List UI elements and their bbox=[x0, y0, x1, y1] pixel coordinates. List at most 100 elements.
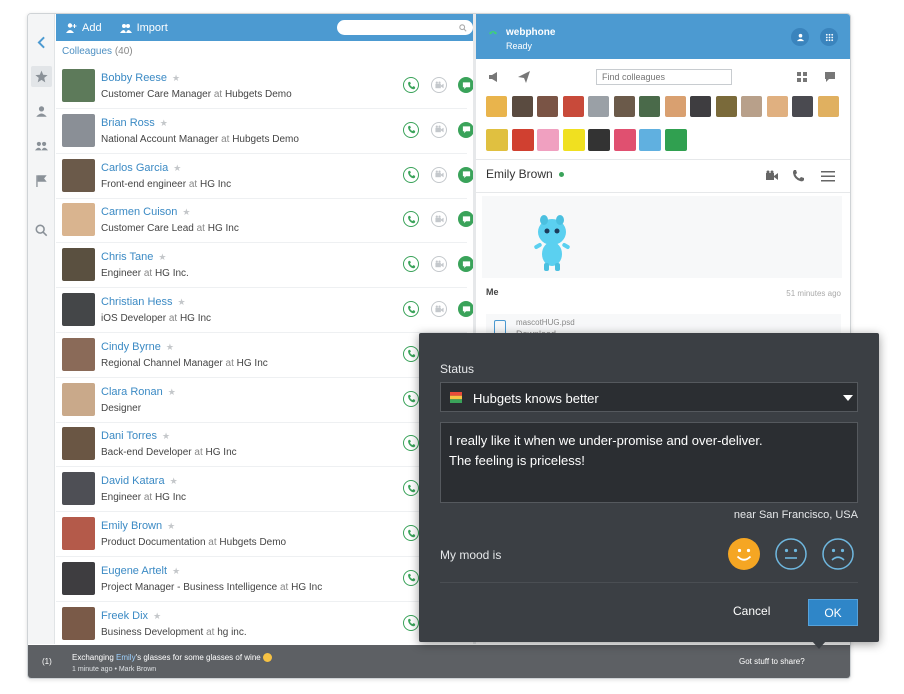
avatar[interactable] bbox=[62, 517, 95, 550]
call-icon[interactable] bbox=[403, 77, 419, 93]
status-message-textarea[interactable]: I really like it when we under-promise a… bbox=[440, 422, 858, 503]
call-icon[interactable] bbox=[403, 256, 419, 273]
send-icon[interactable] bbox=[518, 70, 530, 83]
colleague-row[interactable]: Chris Tane ★ Engineer at HG Inc. bbox=[56, 243, 473, 289]
colleague-name[interactable]: Carlos Garcia ★ bbox=[101, 162, 181, 174]
colleague-row[interactable]: Brian Ross ★ National Account Manager at H… bbox=[56, 109, 473, 154]
colleague-name[interactable]: Carmen Cuison ★ bbox=[101, 206, 191, 218]
favorite-star-icon[interactable]: ★ bbox=[166, 342, 174, 352]
mood-happy-icon[interactable] bbox=[728, 538, 760, 570]
phone-call-icon[interactable] bbox=[791, 169, 805, 183]
mood-neutral-icon[interactable] bbox=[775, 538, 807, 570]
emoticon-icon[interactable] bbox=[562, 129, 585, 151]
mood-sad-icon[interactable] bbox=[822, 538, 854, 570]
colleague-name[interactable]: Freek Dix ★ bbox=[101, 610, 161, 622]
emoticon-icon[interactable] bbox=[613, 129, 636, 151]
colleague-name[interactable]: Brian Ross ★ bbox=[101, 117, 168, 129]
colleague-name[interactable]: Emily Brown ★ bbox=[101, 520, 175, 532]
selected-avatar[interactable] bbox=[613, 96, 635, 117]
favorites-star-icon[interactable] bbox=[31, 66, 52, 87]
colleague-row[interactable]: Eugene Artelt ★ Project Manager - Business… bbox=[56, 557, 473, 602]
selected-avatar[interactable] bbox=[664, 96, 686, 117]
colleague-row[interactable]: Dani Torres ★ Back-end Developer at HG Inc bbox=[56, 422, 473, 468]
find-colleagues-input[interactable] bbox=[596, 69, 732, 85]
avatar[interactable] bbox=[62, 158, 95, 192]
selected-avatar[interactable] bbox=[741, 96, 762, 117]
selected-avatar[interactable] bbox=[715, 96, 737, 117]
selected-avatar[interactable] bbox=[766, 96, 788, 117]
favorite-star-icon[interactable]: ★ bbox=[178, 297, 186, 307]
colleague-name[interactable]: Chris Tane ★ bbox=[101, 251, 166, 263]
selected-avatar[interactable] bbox=[639, 96, 660, 117]
notification-count[interactable]: (1) bbox=[42, 657, 52, 666]
favorite-star-icon[interactable]: ★ bbox=[158, 252, 166, 262]
selected-avatar[interactable] bbox=[690, 96, 711, 117]
colleague-name[interactable]: Christian Hess ★ bbox=[101, 296, 186, 308]
avatar[interactable] bbox=[62, 203, 95, 237]
video-call-icon[interactable] bbox=[431, 301, 447, 317]
favorite-star-icon[interactable]: ★ bbox=[170, 476, 178, 486]
video-call-icon[interactable] bbox=[431, 211, 447, 228]
selected-avatar[interactable] bbox=[511, 96, 533, 117]
video-call-icon[interactable] bbox=[431, 121, 447, 138]
share-prompt[interactable]: Got stuff to share? bbox=[739, 657, 805, 666]
call-icon[interactable] bbox=[403, 614, 419, 631]
favorite-star-icon[interactable]: ★ bbox=[167, 521, 175, 531]
video-call-icon[interactable] bbox=[431, 166, 447, 183]
selected-avatar[interactable] bbox=[562, 96, 584, 117]
add-button[interactable]: Add bbox=[65, 22, 102, 34]
colleague-row[interactable]: Bobby Reese ★ Customer Care Manager at Hub… bbox=[56, 64, 473, 109]
call-icon[interactable] bbox=[403, 121, 419, 138]
favorite-star-icon[interactable]: ★ bbox=[182, 207, 190, 217]
avatar[interactable] bbox=[62, 337, 95, 371]
chat-icon[interactable] bbox=[458, 256, 473, 273]
call-icon[interactable] bbox=[403, 345, 419, 362]
video-call-icon[interactable] bbox=[765, 169, 779, 183]
colleague-name[interactable]: Clara Ronan ★ bbox=[101, 386, 176, 398]
selected-avatar[interactable] bbox=[792, 96, 813, 117]
colleague-name[interactable]: Cindy Byrne ★ bbox=[101, 341, 174, 353]
avatar[interactable] bbox=[62, 69, 95, 102]
search-input[interactable] bbox=[337, 20, 473, 35]
user-icon[interactable] bbox=[31, 101, 52, 122]
avatar[interactable] bbox=[62, 248, 95, 282]
menu-icon[interactable] bbox=[821, 169, 835, 183]
colleague-name[interactable]: David Katara ★ bbox=[101, 475, 178, 487]
avatar[interactable] bbox=[62, 382, 95, 416]
colleague-row[interactable]: David Katara ★ Engineer at HG Inc bbox=[56, 467, 473, 513]
favorite-star-icon[interactable]: ★ bbox=[153, 611, 161, 621]
colleague-row[interactable]: Carlos Garcia ★ Front-end engineer at HG I… bbox=[56, 154, 473, 199]
back-icon[interactable] bbox=[31, 32, 52, 53]
selected-avatar[interactable] bbox=[817, 96, 839, 117]
colleague-name[interactable]: Dani Torres ★ bbox=[101, 430, 170, 442]
call-icon[interactable] bbox=[403, 166, 419, 183]
dialpad-button[interactable] bbox=[820, 28, 838, 46]
colleague-row[interactable]: Freek Dix ★ Business Development at hg inc… bbox=[56, 602, 473, 644]
avatar[interactable] bbox=[62, 561, 95, 595]
favorite-star-icon[interactable]: ★ bbox=[162, 431, 170, 441]
colleague-row[interactable]: Carmen Cuison ★ Customer Care Lead at HG I… bbox=[56, 198, 473, 244]
emoticon-icon[interactable] bbox=[537, 129, 559, 151]
selected-avatar[interactable] bbox=[486, 96, 507, 117]
import-button[interactable]: Import bbox=[119, 22, 168, 34]
emoticon-icon[interactable] bbox=[511, 129, 534, 151]
favorite-star-icon[interactable]: ★ bbox=[172, 566, 180, 576]
emoticon-icon[interactable] bbox=[486, 129, 508, 151]
flag-icon[interactable] bbox=[31, 170, 52, 191]
colleague-name[interactable]: Eugene Artelt ★ bbox=[101, 565, 180, 577]
colleague-row[interactable]: Emily Brown ★ Product Documentation at Hub… bbox=[56, 512, 473, 557]
colleague-name[interactable]: Bobby Reese ★ bbox=[101, 72, 180, 84]
avatar[interactable] bbox=[62, 606, 95, 640]
grid-view-icon[interactable] bbox=[796, 70, 808, 82]
megaphone-icon[interactable] bbox=[488, 70, 500, 82]
favorite-star-icon[interactable]: ★ bbox=[172, 73, 180, 83]
status-select[interactable]: Hubgets knows better bbox=[440, 382, 858, 412]
avatar[interactable] bbox=[62, 472, 95, 506]
call-icon[interactable] bbox=[403, 211, 419, 228]
call-icon[interactable] bbox=[403, 435, 419, 452]
ok-button[interactable]: OK bbox=[808, 599, 858, 626]
selected-avatar[interactable] bbox=[537, 96, 558, 117]
emoticon-icon[interactable] bbox=[664, 129, 687, 151]
call-icon[interactable] bbox=[403, 301, 419, 317]
chat-icon[interactable] bbox=[458, 211, 473, 228]
